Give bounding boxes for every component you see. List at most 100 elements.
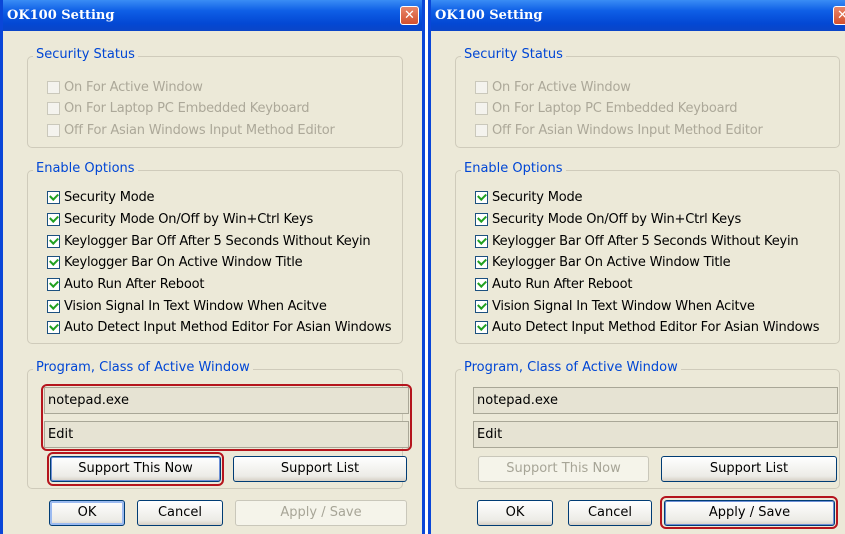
apply-save-button[interactable]: Apply / Save (664, 500, 835, 526)
check-icon (477, 299, 487, 310)
check-icon (49, 212, 59, 223)
checkbox-asian-ime-off[interactable]: Off For Asian Windows Input Method Edito… (475, 120, 763, 140)
checkbox-laptop-keyboard[interactable]: On For Laptop PC Embedded Keyboard (475, 98, 738, 118)
checkbox-label: Vision Signal In Text Window When Acitve (492, 298, 755, 314)
checkbox-keylogger-bar-title[interactable]: Keylogger Bar On Active Window Title (475, 252, 731, 272)
checkbox-label: Auto Run After Reboot (64, 276, 205, 292)
support-this-now-button[interactable]: Support This Now (478, 456, 649, 482)
window-class-field[interactable]: Edit (44, 421, 409, 448)
checkbox-auto-detect-ime[interactable]: Auto Detect Input Method Editor For Asia… (475, 317, 820, 337)
checkbox-label: Auto Detect Input Method Editor For Asia… (64, 319, 392, 335)
checkbox-box (475, 123, 488, 137)
program-name-field[interactable]: notepad.exe (473, 387, 838, 414)
check-icon (477, 234, 487, 245)
checkbox-box (475, 255, 488, 269)
check-icon (49, 255, 59, 266)
checkbox-box (475, 234, 488, 248)
group-title: Program, Class of Active Window (461, 360, 681, 375)
check-icon (477, 320, 487, 331)
program-name-field[interactable]: notepad.exe (44, 387, 409, 414)
checkbox-label: Auto Run After Reboot (492, 276, 633, 292)
checkbox-label: Keylogger Bar On Active Window Title (64, 254, 303, 270)
checkbox-box (47, 123, 60, 137)
enable-options-group: Enable Options Security Mode Security Mo… (27, 161, 403, 344)
title-bar[interactable]: OK100 Setting ✕ (431, 0, 845, 31)
check-icon (477, 255, 487, 266)
checkbox-box (47, 101, 60, 115)
checkbox-label: Security Mode On/Off by Win+Ctrl Keys (492, 211, 742, 227)
enable-options-group: Enable Options Security Mode Security Mo… (455, 161, 840, 344)
checkbox-on-for-active-window[interactable]: On For Active Window (47, 77, 203, 97)
checkbox-label: Keylogger Bar Off After 5 Seconds Withou… (64, 233, 371, 249)
checkbox-on-for-active-window[interactable]: On For Active Window (475, 77, 631, 97)
checkbox-auto-run[interactable]: Auto Run After Reboot (475, 274, 632, 294)
checkbox-vision-signal[interactable]: Vision Signal In Text Window When Acitve (47, 296, 327, 316)
checkbox-vision-signal[interactable]: Vision Signal In Text Window When Acitve (475, 296, 755, 316)
checkbox-box (47, 277, 60, 291)
checkbox-keylogger-bar-off[interactable]: Keylogger Bar Off After 5 Seconds Withou… (475, 231, 799, 251)
checkbox-box (47, 80, 60, 94)
group-title: Enable Options (33, 161, 138, 176)
checkbox-label: On For Laptop PC Embedded Keyboard (492, 100, 738, 116)
close-icon[interactable]: ✕ (400, 6, 419, 25)
check-icon (49, 277, 59, 288)
checkbox-box (475, 101, 488, 115)
checkbox-box (475, 320, 488, 334)
window-title: OK100 Setting (435, 8, 543, 23)
ok-button[interactable]: OK (477, 500, 553, 526)
checkbox-label: On For Active Window (492, 79, 631, 95)
check-icon (477, 212, 487, 223)
ok-button[interactable]: OK (49, 500, 125, 526)
checkbox-box (475, 80, 488, 94)
checkbox-label: Security Mode On/Off by Win+Ctrl Keys (64, 211, 314, 227)
cancel-button[interactable]: Cancel (568, 500, 652, 526)
close-icon[interactable]: ✕ (833, 6, 845, 25)
check-icon (49, 299, 59, 310)
support-this-now-button[interactable]: Support This Now (50, 456, 221, 482)
checkbox-security-mode[interactable]: Security Mode (47, 187, 155, 207)
check-icon (49, 234, 59, 245)
checkbox-auto-detect-ime[interactable]: Auto Detect Input Method Editor For Asia… (47, 317, 392, 337)
checkbox-label: Off For Asian Windows Input Method Edito… (492, 122, 763, 138)
check-icon (477, 277, 487, 288)
checkbox-laptop-keyboard[interactable]: On For Laptop PC Embedded Keyboard (47, 98, 310, 118)
group-title: Security Status (33, 47, 138, 62)
checkbox-win-ctrl-keys[interactable]: Security Mode On/Off by Win+Ctrl Keys (475, 209, 741, 229)
checkbox-win-ctrl-keys[interactable]: Security Mode On/Off by Win+Ctrl Keys (47, 209, 313, 229)
window-title: OK100 Setting (7, 8, 115, 23)
apply-save-button[interactable]: Apply / Save (235, 500, 407, 526)
checkbox-label: Security Mode (64, 189, 155, 205)
checkbox-asian-ime-off[interactable]: Off For Asian Windows Input Method Edito… (47, 120, 335, 140)
group-title: Program, Class of Active Window (33, 360, 253, 375)
check-icon (49, 190, 59, 201)
checkbox-box (475, 190, 488, 204)
title-bar[interactable]: OK100 Setting ✕ (3, 0, 422, 31)
support-list-button[interactable]: Support List (233, 456, 407, 482)
checkbox-auto-run[interactable]: Auto Run After Reboot (47, 274, 204, 294)
checkbox-security-mode[interactable]: Security Mode (475, 187, 583, 207)
check-icon (477, 190, 487, 201)
security-status-group: Security Status On For Active Window On … (27, 47, 403, 148)
settings-dialog-right: OK100 Setting ✕ Security Status On For A… (428, 0, 845, 534)
checkbox-box (47, 234, 60, 248)
checkbox-label: Off For Asian Windows Input Method Edito… (64, 122, 335, 138)
checkbox-label: Security Mode (492, 189, 583, 205)
checkbox-keylogger-bar-off[interactable]: Keylogger Bar Off After 5 Seconds Withou… (47, 231, 371, 251)
group-title: Security Status (461, 47, 566, 62)
checkbox-box (475, 299, 488, 313)
settings-dialog-left: OK100 Setting ✕ Security Status On For A… (0, 0, 425, 534)
checkbox-label: Keylogger Bar On Active Window Title (492, 254, 731, 270)
checkbox-box (475, 277, 488, 291)
checkbox-label: Vision Signal In Text Window When Acitve (64, 298, 327, 314)
checkbox-box (47, 190, 60, 204)
checkbox-box (47, 255, 60, 269)
cancel-button[interactable]: Cancel (137, 500, 223, 526)
checkbox-box (47, 299, 60, 313)
group-title: Enable Options (461, 161, 566, 176)
checkbox-label: Auto Detect Input Method Editor For Asia… (492, 319, 820, 335)
checkbox-box (475, 212, 488, 226)
window-class-field[interactable]: Edit (473, 421, 838, 448)
checkbox-keylogger-bar-title[interactable]: Keylogger Bar On Active Window Title (47, 252, 303, 272)
support-list-button[interactable]: Support List (661, 456, 837, 482)
checkbox-box (47, 320, 60, 334)
